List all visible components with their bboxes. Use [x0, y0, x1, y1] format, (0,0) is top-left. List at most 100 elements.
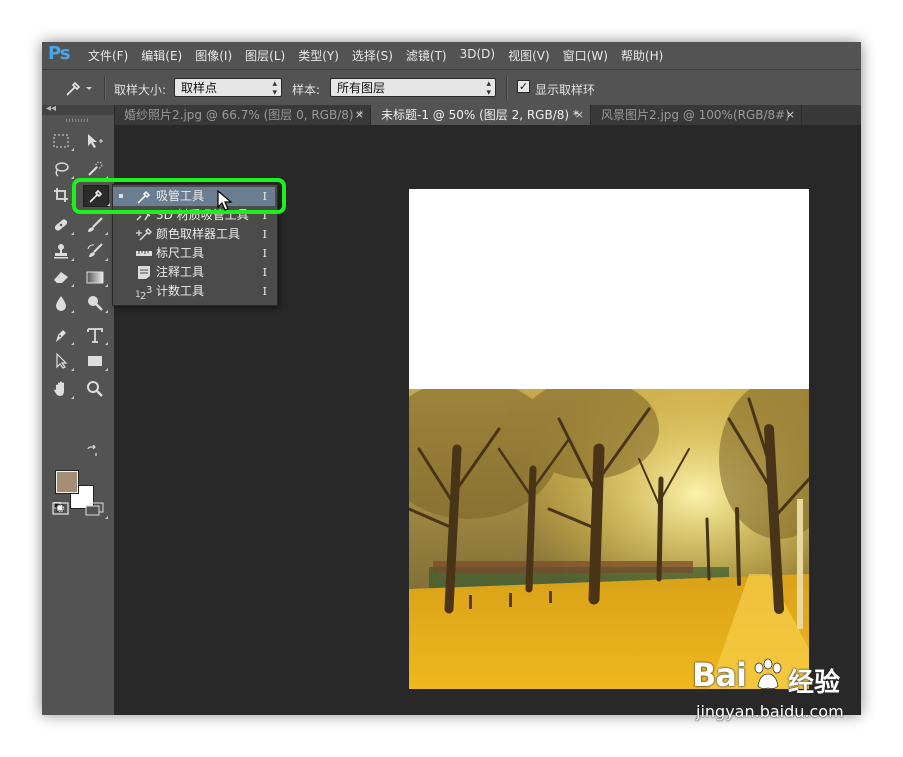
flyout-shortcut: I — [262, 266, 267, 279]
move-tool[interactable] — [84, 131, 106, 151]
close-icon[interactable]: × — [355, 105, 364, 125]
hand-tool[interactable] — [50, 379, 74, 399]
sample-size-label: 取样大小: — [114, 83, 167, 97]
menu-items: 文件(F) 编辑(E) 图像(I) 图层(L) 类型(Y) 选择(S) 滤镜(T… — [88, 47, 676, 64]
sample-size-value: 取样点 — [181, 81, 218, 95]
crop-tool[interactable] — [50, 185, 74, 205]
brush-tool[interactable] — [84, 215, 108, 235]
zoom-icon — [87, 381, 103, 397]
history-brush-icon — [87, 243, 103, 257]
arrow-icon — [56, 353, 68, 369]
count-icon: 1 23 — [135, 285, 152, 299]
history-brush-tool[interactable] — [84, 241, 108, 261]
gradient-tool[interactable] — [84, 267, 108, 287]
note-icon — [138, 266, 150, 279]
color-sampler-icon — [136, 228, 152, 241]
flyout-label: 注释工具 — [156, 265, 205, 279]
options-bar: 取样大小: 取样点 ▴ ▾ 样本: 所有图层 ▴ ▾ ✓ 显示取样环 — [42, 69, 861, 107]
dodge-tool[interactable] — [84, 293, 108, 313]
blur-tool[interactable] — [50, 293, 74, 313]
drop-icon — [56, 296, 66, 311]
toolbox-header[interactable]: ◂◂ — [42, 103, 114, 115]
document-canvas[interactable] — [409, 189, 809, 689]
document-tabs: 婚纱照片2.jpg @ 66.7% (图层 0, RGB/8) * × 未标题-… — [114, 105, 861, 125]
clone-stamp-tool[interactable] — [50, 241, 74, 261]
healing-brush-tool[interactable] — [50, 215, 74, 235]
type-tool[interactable] — [84, 325, 108, 345]
baidu-logo: Bai — [692, 656, 747, 694]
tab-untitled-1[interactable]: 未标题-1 @ 50% (图层 2, RGB/8) * × — [371, 105, 591, 125]
show-ring-checkbox[interactable]: ✓ — [517, 80, 530, 93]
flyout-item-color-sampler[interactable]: 颜色取样器工具 I — [113, 225, 275, 244]
marquee-tool[interactable] — [50, 131, 74, 151]
tab-landscape-photo[interactable]: 风景图片2.jpg @ 100%(RGB/8#) × — [591, 105, 802, 125]
eraser-tool[interactable] — [50, 267, 74, 287]
menu-edit[interactable]: 编辑(E) — [141, 47, 182, 64]
sample-select[interactable]: 所有图层 ▴ ▾ — [330, 78, 496, 98]
mouse-cursor-icon — [217, 190, 233, 211]
tab-label: 未标题-1 @ 50% (图层 2, RGB/8) * — [381, 108, 579, 122]
type-icon — [87, 328, 103, 343]
lasso-icon — [55, 162, 69, 177]
menu-filter[interactable]: 滤镜(T) — [406, 47, 447, 64]
ps-logo: Ps — [48, 43, 71, 64]
flyout-label: 颜色取样器工具 — [156, 227, 241, 241]
dodge-icon — [88, 296, 103, 311]
options-separator — [506, 75, 508, 101]
ruler-icon — [136, 251, 152, 256]
brush-icon — [88, 217, 103, 232]
lasso-tool[interactable] — [50, 159, 74, 179]
swap-colors-button[interactable] — [86, 444, 98, 460]
tool-preset-picker[interactable] — [64, 79, 94, 97]
menu-file[interactable]: 文件(F) — [88, 47, 128, 64]
green-highlight-annotation — [72, 178, 286, 214]
tab-wedding-photo[interactable]: 婚纱照片2.jpg @ 66.7% (图层 0, RGB/8) * × — [114, 105, 371, 125]
menu-view[interactable]: 视图(V) — [508, 47, 550, 64]
menu-select[interactable]: 选择(S) — [352, 47, 393, 64]
baidu-watermark: Bai 经验 jingyan.baidu.com — [692, 656, 860, 736]
toolbox-grip[interactable] — [66, 119, 88, 122]
zoom-tool[interactable] — [84, 379, 106, 399]
tab-label: 婚纱照片2.jpg @ 66.7% (图层 0, RGB/8) * — [124, 108, 364, 122]
menu-help[interactable]: 帮助(H) — [621, 47, 663, 64]
menu-image[interactable]: 图像(I) — [195, 47, 232, 64]
tab-label: 风景图片2.jpg @ 100%(RGB/8#) — [601, 108, 790, 122]
watermark-url: jingyan.baidu.com — [696, 702, 844, 721]
hand-icon — [54, 381, 64, 396]
menu-type[interactable]: 类型(Y) — [298, 47, 339, 64]
screen-mode-button[interactable] — [84, 499, 108, 519]
close-icon[interactable]: × — [786, 105, 795, 125]
gradient-icon — [86, 271, 104, 284]
show-ring-label: 显示取样环 — [535, 83, 596, 97]
paw-icon — [754, 658, 782, 690]
flyout-shortcut: I — [262, 247, 267, 260]
menu-layer[interactable]: 图层(L) — [245, 47, 285, 64]
quick-selection-tool[interactable] — [84, 159, 108, 179]
foreground-color-swatch[interactable] — [55, 470, 79, 494]
swap-arrow-icon — [87, 444, 97, 456]
flyout-item-count[interactable]: 123 计数工具 I — [113, 282, 275, 301]
collapse-icon[interactable]: ◂◂ — [46, 103, 56, 114]
menu-3d[interactable]: 3D(D) — [460, 47, 495, 64]
rectangle-tool[interactable] — [84, 351, 108, 371]
sample-label: 样本: — [292, 83, 321, 97]
quick-selection-icon — [88, 161, 103, 176]
quick-mask-button[interactable] — [50, 499, 72, 519]
photoshop-window: Ps 文件(F) 编辑(E) 图像(I) 图层(L) 类型(Y) 选择(S) 滤… — [42, 42, 861, 715]
flyout-item-ruler[interactable]: 标尺工具 I — [113, 244, 275, 263]
menu-window[interactable]: 窗口(W) — [563, 47, 608, 64]
flyout-item-note[interactable]: 注释工具 I — [113, 263, 275, 282]
select-arrows-icon: ▴ ▾ — [272, 79, 277, 98]
select-arrows-icon: ▴ ▾ — [486, 79, 491, 98]
flyout-label: 标尺工具 — [156, 246, 205, 260]
pen-tool[interactable] — [50, 325, 74, 345]
screen-mode-icon — [85, 502, 104, 516]
baidu-jingyan-text: 经验 — [788, 668, 841, 698]
options-separator — [104, 75, 106, 101]
crop-icon — [54, 188, 68, 202]
path-selection-tool[interactable] — [50, 351, 74, 371]
bandage-icon — [54, 219, 68, 231]
move-icon — [88, 134, 103, 148]
sample-size-select[interactable]: 取样点 ▴ ▾ — [174, 78, 282, 98]
close-icon[interactable]: × — [575, 105, 584, 125]
